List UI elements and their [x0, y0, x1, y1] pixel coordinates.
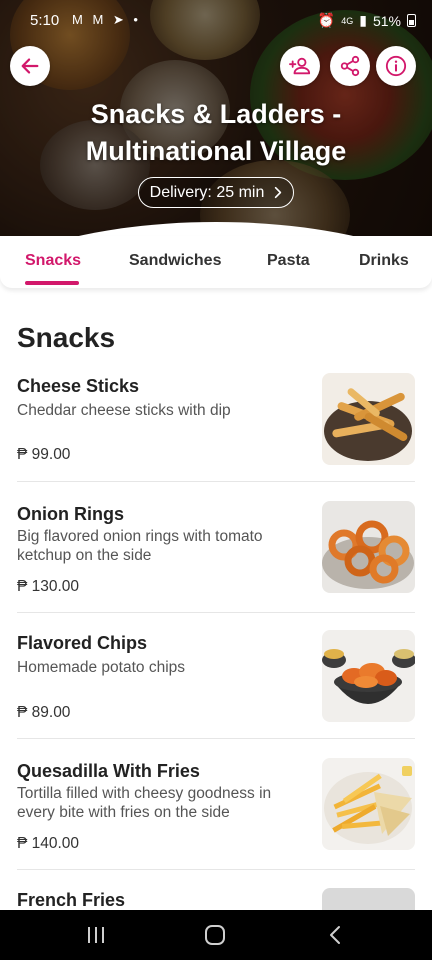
tab-pasta[interactable]: Pasta: [267, 252, 310, 270]
tab-snacks[interactable]: Snacks: [25, 252, 81, 270]
restaurant-name: Snacks & Ladders - Multinational Village: [85, 99, 347, 166]
item-description: Big flavored onion rings with tomato ket…: [17, 528, 263, 564]
chevron-right-icon: [275, 186, 282, 199]
home-icon[interactable]: [203, 924, 227, 946]
menu-item[interactable]: Onion Rings Big flavored onion rings wit…: [0, 501, 432, 611]
system-icons: ⏰ 4G ▮ 51%: [318, 12, 416, 29]
menu-item[interactable]: Quesadilla With Fries Tortilla filled wi…: [0, 758, 432, 868]
info-button[interactable]: [376, 46, 416, 86]
notification-icons: M M ➤ •: [72, 12, 141, 27]
french-fries-photo: [322, 888, 415, 910]
battery-icon: [407, 14, 416, 27]
restaurant-hero: 5:10 M M ➤ • ⏰ 4G ▮ 51% Snacks & Ladders…: [0, 0, 432, 262]
menu-item[interactable]: Cheese Sticks Cheddar cheese sticks with…: [0, 373, 432, 481]
item-name: French Fries: [17, 890, 126, 910]
cheese-sticks-photo: [322, 373, 415, 465]
delivery-time-label: Delivery: 25 min: [149, 183, 265, 201]
status-time: 5:10: [30, 12, 60, 29]
battery-percent: 51%: [372, 12, 401, 29]
item-divider: [17, 612, 415, 613]
potato-chips-photo: [322, 630, 415, 722]
back-nav-icon[interactable]: [324, 924, 348, 946]
item-name: Onion Rings: [17, 504, 124, 524]
network-type: 4G: [341, 15, 354, 26]
item-price: ₱ 130.00: [17, 578, 80, 595]
section-title: Snacks: [17, 322, 116, 353]
tab-sandwiches[interactable]: Sandwiches: [129, 252, 221, 270]
item-price: ₱ 99.00: [17, 446, 71, 463]
back-button[interactable]: [10, 46, 50, 86]
share-icon: [340, 55, 360, 77]
info-icon: [385, 55, 407, 77]
tab-drinks[interactable]: Drinks: [359, 252, 409, 270]
active-tab-indicator: [25, 281, 79, 285]
share-button[interactable]: [330, 46, 370, 86]
item-description: Cheddar cheese sticks with dip: [17, 402, 231, 419]
item-name: Cheese Sticks: [17, 376, 140, 396]
item-divider: [17, 738, 415, 739]
item-description: Homemade potato chips: [17, 659, 186, 676]
item-price: ₱ 140.00: [17, 835, 80, 852]
group-order-button[interactable]: [280, 46, 320, 86]
menu-item[interactable]: Flavored Chips Homemade potato chips ₱ 8…: [0, 630, 432, 738]
item-price: ₱ 89.00: [17, 704, 71, 721]
recent-apps-icon[interactable]: [84, 924, 108, 946]
signal-icon: ▮: [359, 12, 367, 28]
onion-rings-photo: [322, 501, 415, 593]
item-divider: [17, 481, 415, 482]
item-divider: [17, 869, 415, 870]
delivery-time-button[interactable]: Delivery: 25 min: [138, 177, 294, 208]
category-tabs: Snacks Sandwiches Pasta Drinks: [0, 236, 432, 288]
item-name: Flavored Chips: [17, 633, 148, 653]
item-description: Tortilla filled with cheesy goodness in …: [17, 785, 272, 821]
status-bar: 5:10 M M ➤ • ⏰ 4G ▮ 51%: [0, 0, 432, 42]
arrow-left-icon: [21, 58, 39, 74]
quesadilla-fries-photo: [322, 758, 415, 850]
system-nav-bar: [0, 910, 432, 960]
add-person-icon: [289, 57, 311, 75]
menu-item[interactable]: French Fries: [0, 888, 432, 910]
item-name: Quesadilla With Fries: [17, 761, 200, 781]
alarm-icon: ⏰: [317, 12, 336, 28]
